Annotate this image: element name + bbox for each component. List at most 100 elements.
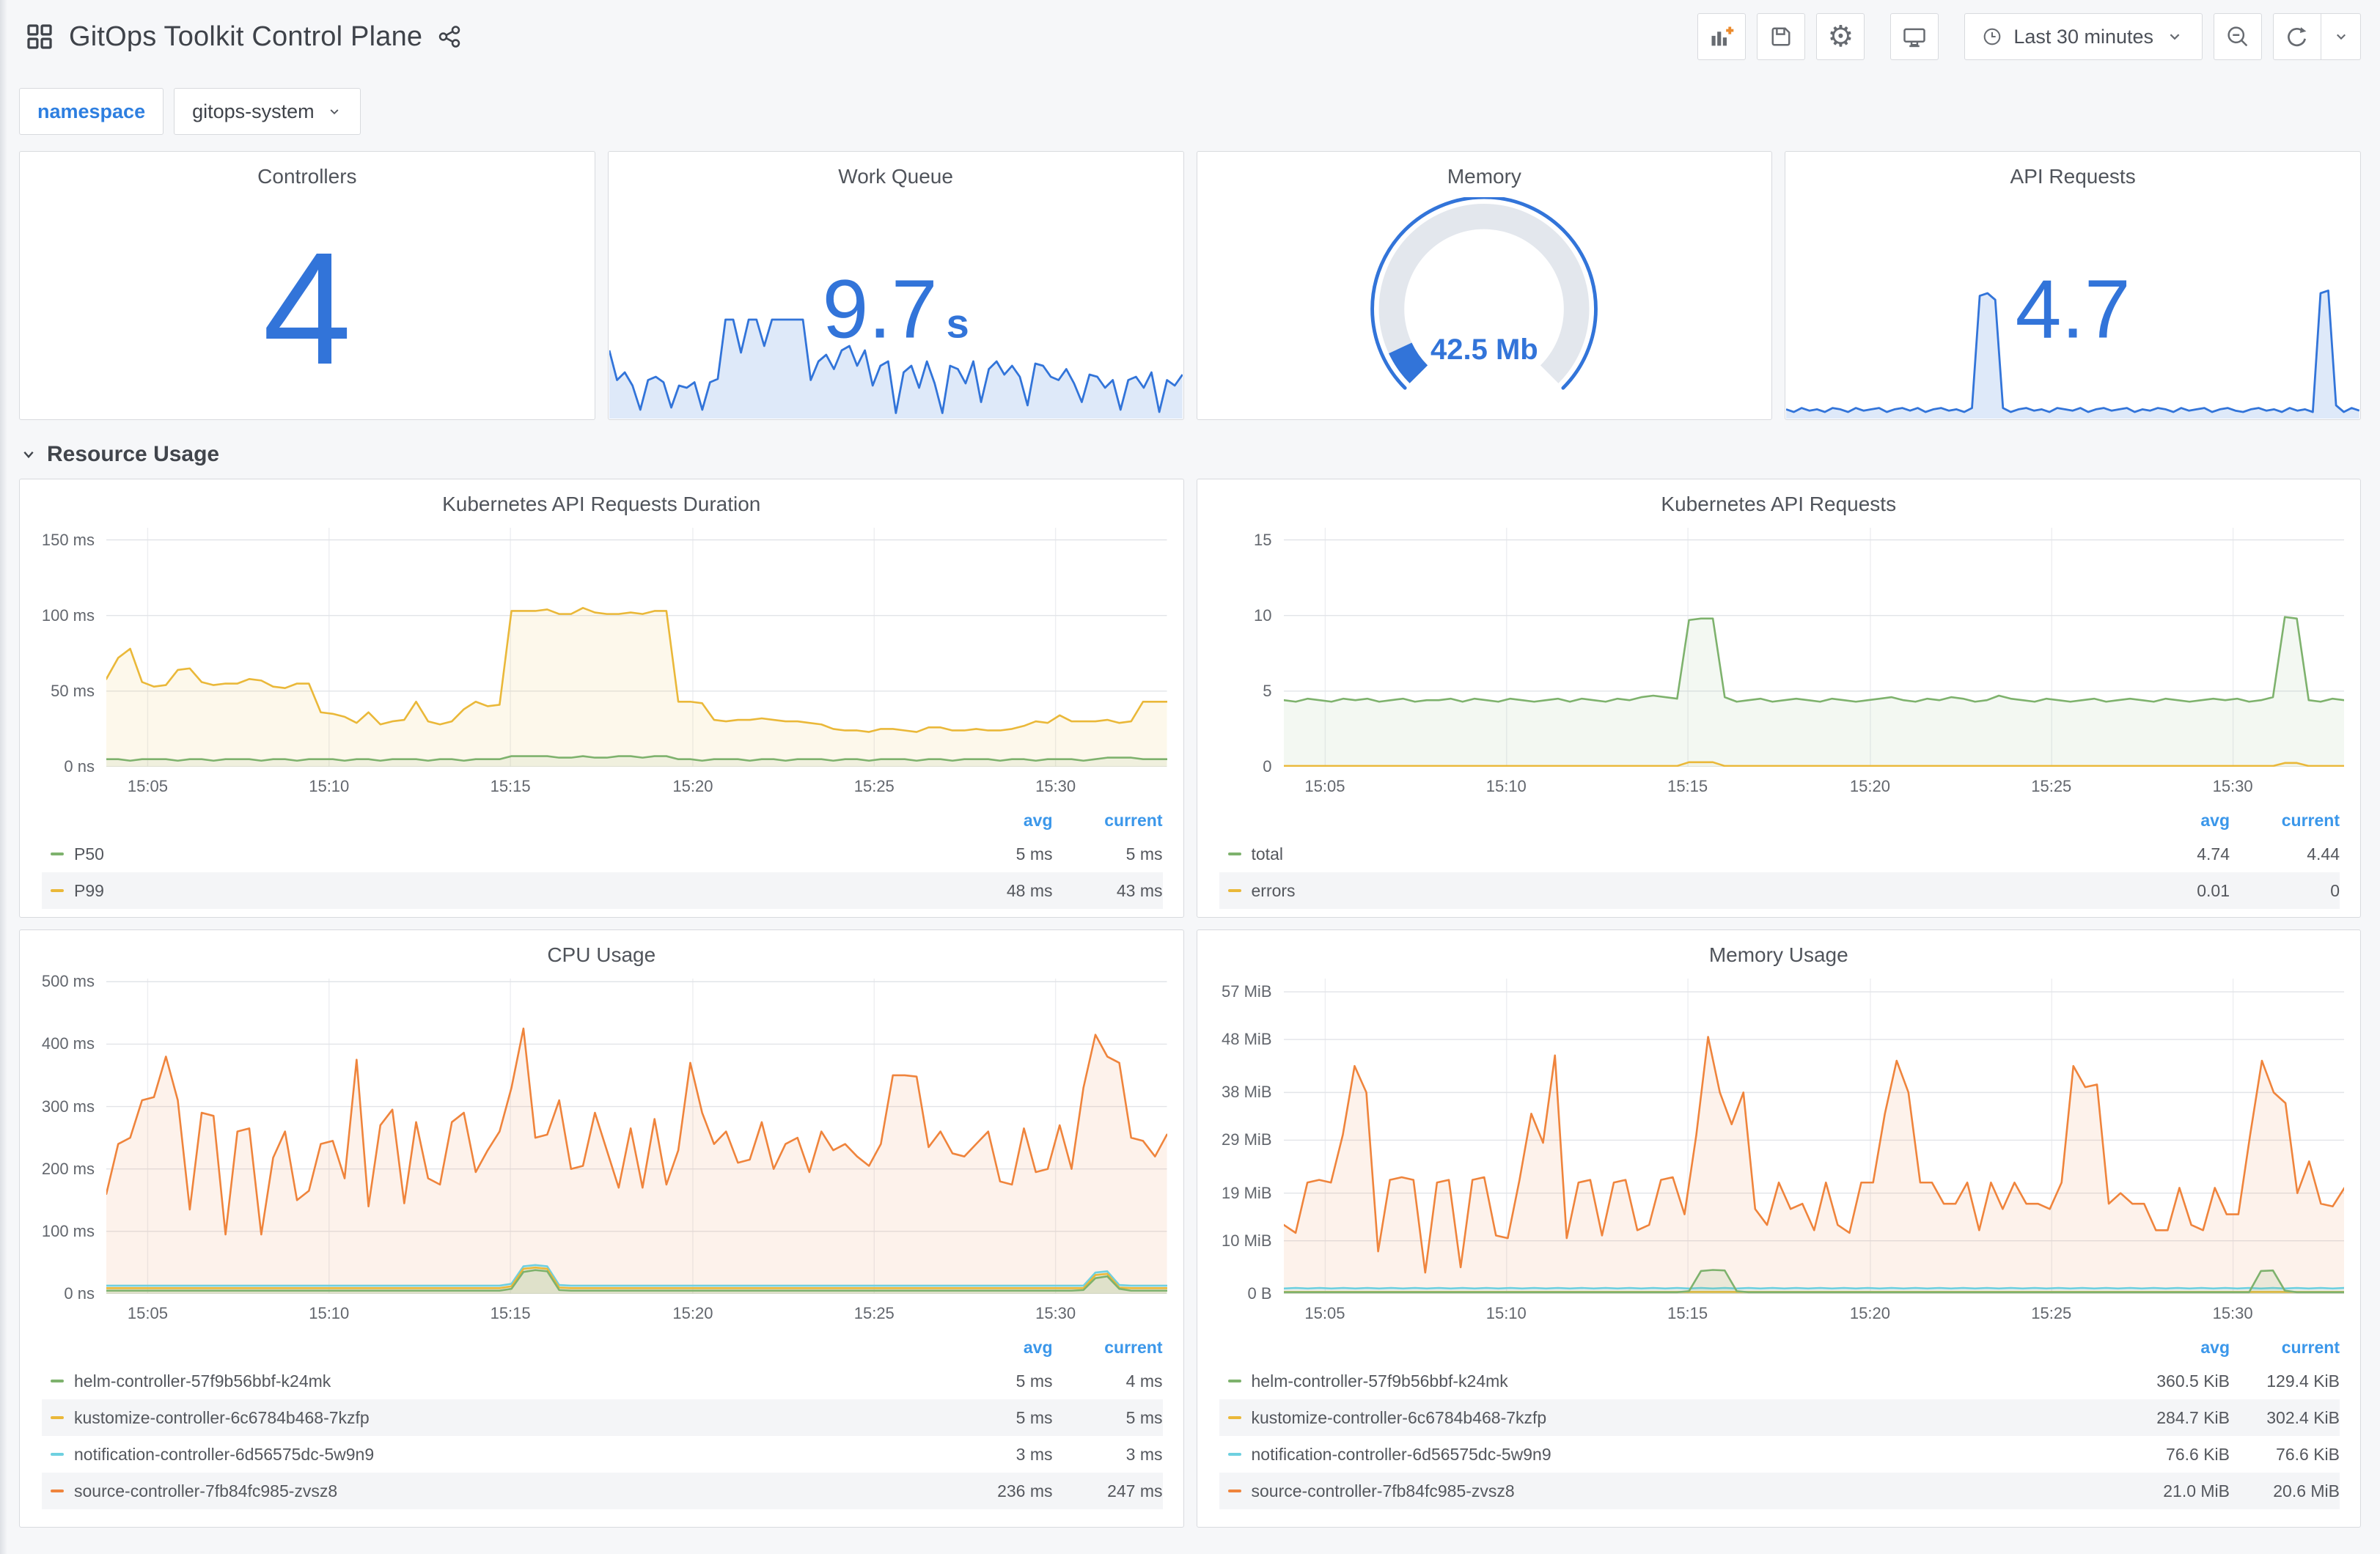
legend-row[interactable]: helm-controller-57f9b56bbf-k24mk 5 ms 4 ms	[42, 1363, 1163, 1399]
series-color-dash	[1227, 1416, 1241, 1419]
legend-header: avg current	[1219, 805, 2340, 836]
series-avg-value: 76.6 KiB	[2166, 1444, 2230, 1464]
series-name[interactable]: notification-controller-6d56575dc-5w9n9	[1252, 1445, 2120, 1465]
series-color-dash	[51, 1416, 64, 1419]
series-current-value: 76.6 KiB	[2276, 1444, 2340, 1464]
series-current-value: 302.4 KiB	[2266, 1407, 2340, 1427]
series-name[interactable]: total	[1252, 844, 2120, 864]
clock-icon	[1984, 28, 2001, 45]
x-tick-label: 15:25	[2031, 1304, 2072, 1322]
x-tick-label: 15:20	[1849, 1304, 1890, 1322]
legend-row[interactable]: total 4.74 4.44	[1219, 836, 2340, 872]
series-color-dash	[51, 1489, 64, 1492]
x-tick-label: 15:15	[1667, 1304, 1708, 1322]
page-title: GitOps Toolkit Control Plane	[69, 21, 423, 52]
legend-sort-current[interactable]: current	[1053, 1338, 1162, 1358]
panel-k8s-api-requests-duration: Kubernetes API Requests Duration 0 ns 50 …	[19, 479, 1184, 918]
legend-row[interactable]: source-controller-7fb84fc985-zvsz8 236 ms…	[42, 1473, 1163, 1509]
legend-row[interactable]: source-controller-7fb84fc985-zvsz8 21.0 M…	[1219, 1473, 2340, 1509]
x-tick-label: 15:10	[1485, 1304, 1527, 1322]
y-axis: 0 B 10 MiB 19 MiB 29 MiB 38 MiB 48 MiB 57 MiB	[1197, 979, 1284, 1303]
series-color-dash	[51, 1453, 64, 1456]
time-range-picker[interactable]: Last 30 minutes	[1964, 13, 2203, 60]
share-icon[interactable]	[437, 24, 462, 49]
series-name[interactable]: source-controller-7fb84fc985-zvsz8	[74, 1481, 943, 1501]
series-avg-value: 21.0 MiB	[2163, 1481, 2230, 1500]
legend-sort-avg[interactable]: avg	[2120, 1338, 2230, 1358]
x-tick-label: 15:20	[672, 1304, 713, 1322]
x-tick-label: 15:30	[1035, 777, 1076, 795]
x-tick-label: 15:15	[490, 1304, 531, 1322]
legend-row[interactable]: errors 0.01 0	[1219, 872, 2340, 909]
legend: avg current helm-controller-57f9b56bbf-k24…	[1219, 1332, 2340, 1509]
legend-sort-current[interactable]: current	[2230, 1338, 2340, 1358]
legend-row[interactable]: kustomize-controller-6c6784b468-7kzfp 5 m…	[42, 1399, 1163, 1436]
variable-namespace-label[interactable]: namespace	[19, 88, 164, 135]
add-panel-button[interactable]	[1697, 13, 1747, 60]
section-title: Resource Usage	[47, 442, 220, 466]
series-avg-value: 5 ms	[1015, 844, 1053, 863]
y-tick-label: 0 ns	[64, 1284, 95, 1303]
series-name[interactable]: errors	[1252, 881, 2120, 901]
dashboard-grid-icon[interactable]	[25, 22, 54, 51]
y-tick-label: 0 B	[1247, 1284, 1272, 1303]
legend-sort-avg[interactable]: avg	[943, 811, 1053, 831]
x-axis: 15:05 15:10 15:15 15:20 15:25 15:30	[1284, 1294, 2345, 1327]
series-name[interactable]: P99	[74, 881, 943, 901]
legend-row[interactable]: helm-controller-57f9b56bbf-k24mk 360.5 Ki…	[1219, 1363, 2340, 1399]
panel-title: Memory	[1447, 165, 1521, 188]
panel-title: Kubernetes API Requests	[1661, 493, 1897, 515]
series-current-value: 0	[2330, 880, 2340, 900]
chart-plot[interactable]: 15:05 15:10 15:15 15:20 15:25 15:30	[106, 979, 1167, 1327]
chart-plot[interactable]: 15:05 15:10 15:15 15:20 15:25 15:30	[1283, 528, 2344, 800]
x-tick-label: 15:30	[2212, 777, 2253, 795]
legend-row[interactable]: notification-controller-6d56575dc-5w9n9 7…	[1219, 1436, 2340, 1473]
legend: avg current total 4.74 4.44 errors 0.01 0	[1219, 805, 2340, 909]
legend-sort-current[interactable]: current	[2230, 811, 2340, 831]
cycle-view-button[interactable]	[1890, 13, 1939, 60]
zoom-out-button[interactable]	[2214, 13, 2262, 60]
y-tick-label: 500 ms	[41, 972, 95, 991]
refresh-icon	[2288, 27, 2307, 47]
legend-row[interactable]: P50 5 ms 5 ms	[42, 836, 1163, 872]
series-name[interactable]: helm-controller-57f9b56bbf-k24mk	[1252, 1371, 2120, 1391]
section-resource-usage[interactable]: Resource Usage	[0, 420, 2380, 467]
legend-sort-avg[interactable]: avg	[2120, 811, 2230, 831]
series-name[interactable]: P50	[74, 844, 943, 864]
refresh-interval-dropdown[interactable]	[2321, 13, 2361, 60]
panel-controllers: Controllers 4	[19, 151, 595, 420]
legend-row[interactable]: notification-controller-6d56575dc-5w9n9 3…	[42, 1436, 1163, 1473]
y-axis: 0 ns 50 ms 100 ms 150 ms	[20, 528, 106, 776]
legend-row[interactable]: P99 48 ms 43 ms	[42, 872, 1163, 909]
legend-sort-current[interactable]: current	[1053, 811, 1162, 831]
y-tick-label: 400 ms	[41, 1034, 95, 1053]
series-avg-value: 360.5 KiB	[2156, 1371, 2230, 1391]
series-current-value: 4 ms	[1125, 1371, 1163, 1391]
y-tick-label: 100 ms	[41, 605, 95, 625]
series-avg-value: 236 ms	[997, 1481, 1053, 1500]
x-tick-label: 15:25	[853, 777, 895, 795]
y-tick-label: 0	[1263, 757, 1272, 776]
chart-plot[interactable]: 15:05 15:10 15:15 15:20 15:25 15:30	[106, 528, 1167, 800]
refresh-button[interactable]	[2273, 13, 2321, 60]
series-name[interactable]: kustomize-controller-6c6784b468-7kzfp	[1252, 1408, 2120, 1428]
chart-plot[interactable]: 15:05 15:10 15:15 15:20 15:25 15:30	[1283, 979, 2345, 1327]
legend-sort-avg[interactable]: avg	[943, 1338, 1053, 1358]
dashboard-settings-button[interactable]: ⚙	[1816, 13, 1865, 60]
variable-namespace-value-dropdown[interactable]: gitops-system	[174, 88, 361, 135]
series-name[interactable]: helm-controller-57f9b56bbf-k24mk	[74, 1371, 943, 1391]
panel-title: Work Queue	[838, 165, 953, 188]
y-tick-label: 10	[1254, 605, 1272, 625]
legend-row[interactable]: kustomize-controller-6c6784b468-7kzfp 284…	[1219, 1399, 2340, 1436]
series-name[interactable]: kustomize-controller-6c6784b468-7kzfp	[74, 1408, 943, 1428]
series-avg-value: 48 ms	[1006, 880, 1053, 900]
x-axis: 15:05 15:10 15:15 15:20 15:25 15:30	[106, 767, 1167, 800]
memory-gauge-value: 42.5 Mb	[1430, 334, 1538, 367]
save-dashboard-button[interactable]	[1757, 13, 1806, 60]
x-tick-label: 15:15	[490, 777, 531, 795]
series-name[interactable]: source-controller-7fb84fc985-zvsz8	[1252, 1481, 2120, 1501]
gear-icon: ⚙	[1827, 21, 1854, 53]
gauge-arc	[1370, 196, 1598, 390]
series-name[interactable]: notification-controller-6d56575dc-5w9n9	[74, 1445, 943, 1465]
panel-title: Controllers	[257, 165, 357, 188]
